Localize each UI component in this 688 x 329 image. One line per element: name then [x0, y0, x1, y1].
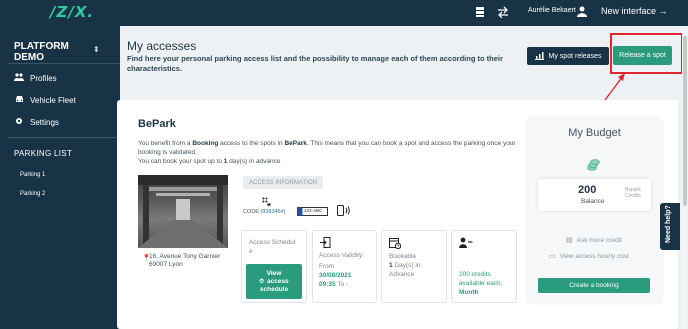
access-schedule-label: Access Schedul e [249, 239, 296, 255]
calendar-icon: ▭ [549, 253, 556, 260]
user-minus-icon [459, 237, 473, 248]
ask-more-credit-link[interactable]: ▤ Ask more credit [566, 236, 622, 244]
swap-icon[interactable] [497, 6, 509, 19]
bookable-label: Bookable [389, 253, 417, 260]
sidebar-item-label: Vehicle Fleet [30, 95, 76, 105]
credits-unit: credits [469, 271, 491, 278]
divider [8, 137, 120, 138]
validity-date: 30/08/2021 [319, 272, 352, 279]
coins-icon: ▤ [566, 237, 573, 244]
balance-unit: Bepark Credits [625, 187, 641, 199]
page-title: My accesses [127, 39, 197, 53]
validity-time: 09:35 [319, 281, 336, 288]
scrollbar-thumb[interactable] [683, 36, 687, 206]
need-help-label: Need help? [665, 205, 672, 243]
validity-to: To - [335, 281, 349, 288]
credits-box: 200 credits available each: Month [451, 230, 517, 303]
phone-signal-icon [337, 205, 350, 216]
sidebar: PLATFORM DEMO ⬍ Profiles Vehicle Fleet S… [0, 26, 120, 329]
sidebar-item-label: Settings [30, 117, 59, 127]
sidebar-item-profiles[interactable]: Profiles [14, 73, 57, 83]
bar-chart-icon [534, 52, 544, 60]
access-code: CODE (939346#) [243, 209, 286, 215]
logo[interactable]: /Z/X. [50, 3, 94, 21]
annotation-arrow-icon [604, 73, 625, 101]
validity-label: Access Validity: [319, 252, 365, 259]
my-spot-releases-label: My spot releases [548, 52, 602, 60]
release-a-spot-button[interactable]: Release a spot [613, 46, 672, 65]
validity-from: From [319, 263, 335, 270]
keypad-icon [262, 197, 271, 207]
car-icon [14, 95, 24, 105]
user-name[interactable]: Aurélie Bekaert [528, 7, 576, 14]
gear-icon [14, 117, 24, 127]
divider [8, 63, 120, 64]
page-subtitle: Find here your personal parking access l… [127, 54, 503, 73]
view-access-schedule-button[interactable]: View ⏱ access schedule [246, 264, 302, 299]
access-validity-box: Access Validity: From 30/08/2021 09:35 T… [312, 230, 377, 303]
my-spot-releases-button[interactable]: My spot releases [527, 47, 609, 65]
brand-line1: PLATFORM [14, 41, 69, 52]
sidebar-item-parking-2[interactable]: Parking 2 [20, 191, 45, 197]
access-information-label: ACCESS INFORMATION [243, 176, 323, 189]
brand-line2: DEMO [14, 52, 44, 63]
parking-address: 16, Avenue Tony Garnier 69007 Lyon [149, 253, 221, 268]
sidebar-item-settings[interactable]: Settings [14, 117, 59, 127]
chevron-updown-icon[interactable]: ⬍ [93, 45, 100, 54]
user-icon[interactable] [576, 6, 588, 19]
credits-frequency: available each: [459, 280, 503, 287]
parking-photo [138, 175, 228, 248]
sidebar-item-vehicle-fleet[interactable]: Vehicle Fleet [14, 95, 76, 105]
bookable-box: Bookable 1 Day(s) in Advance [381, 230, 447, 303]
door-enter-icon [320, 237, 331, 248]
new-interface-link[interactable]: New interface → [601, 6, 668, 16]
credits-value: 200 [459, 271, 470, 278]
balance-value: 200 [578, 184, 597, 196]
sidebar-item-parking-1[interactable]: Parking 1 [20, 172, 45, 178]
users-icon [14, 73, 24, 83]
coins-icon [587, 159, 600, 171]
access-name: BePark [138, 118, 176, 130]
credits-period: Month [459, 289, 479, 296]
access-description: You benefit from a Booking access to the… [138, 140, 516, 165]
create-booking-button[interactable]: Create a booking [538, 278, 650, 293]
clock-icon: ⏱ [259, 278, 264, 285]
calendar-clock-icon [389, 238, 401, 249]
bookable-unit-2: Advance [389, 271, 415, 278]
need-help-tab[interactable]: Need help? [660, 203, 680, 250]
stack-icon[interactable] [474, 6, 486, 19]
view-hourly-cost-link[interactable]: ▭ View access hourly cost [549, 252, 629, 260]
parking-list-heading: PARKING LIST [14, 149, 73, 158]
sidebar-item-label: Profiles [30, 73, 57, 83]
license-plate: 123-ABC [304, 208, 323, 213]
bookable-unit: Day(s) in [392, 262, 421, 269]
budget-title: My Budget [568, 127, 621, 139]
balance-label: Balance [581, 198, 605, 205]
platform-selector[interactable]: PLATFORM DEMO [14, 41, 94, 63]
